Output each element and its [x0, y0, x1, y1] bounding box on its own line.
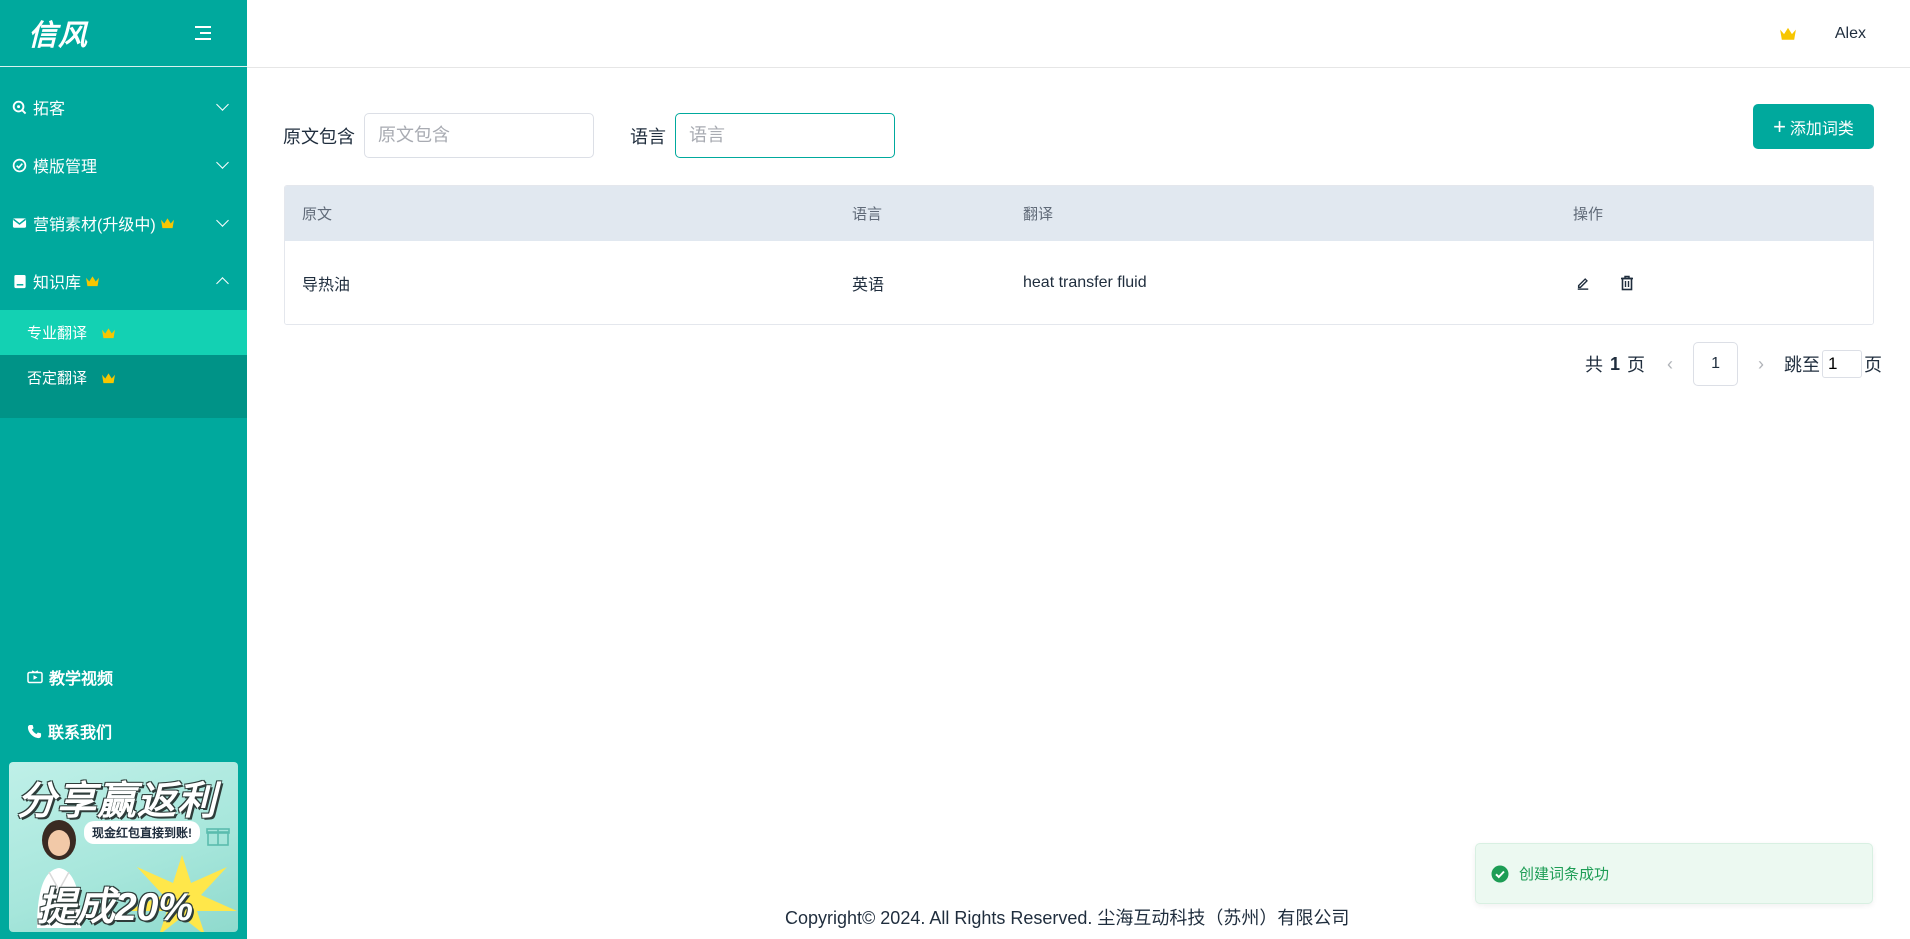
footer-copyright: Copyright© 2024. All Rights Reserved. 尘海…: [785, 908, 1350, 928]
mail-icon: [12, 216, 27, 231]
edit-icon[interactable]: [1573, 273, 1593, 293]
sidebar-item-prospecting[interactable]: 拓客: [0, 78, 247, 136]
sidebar-item-label: 知识库: [33, 275, 82, 292]
language-input[interactable]: [675, 113, 895, 158]
sidebar-menu: 拓客 模版管理 营销素材(升级中) 知识库 专业翻译 否定翻译: [0, 67, 247, 418]
cell-source: 导热油: [302, 276, 351, 294]
gift-icon: [206, 828, 230, 846]
crown-icon: [160, 218, 174, 229]
jump-page-input[interactable]: [1822, 350, 1863, 378]
crown-icon: [102, 372, 115, 383]
column-header-source: 原文: [302, 206, 333, 223]
pagination: 共 1 页 ‹ 1 › 跳至 页: [1585, 342, 1882, 386]
language-filter-label: 语言: [630, 126, 666, 147]
phone-icon: [27, 724, 42, 738]
promo-subtitle: 现金红包直接到账!: [84, 821, 200, 844]
video-icon: [27, 670, 43, 684]
total-pages-suffix: 页: [1627, 355, 1646, 375]
source-contains-input[interactable]: [364, 113, 594, 158]
add-term-button[interactable]: + 添加词类: [1753, 104, 1874, 149]
total-pages-count: 1: [1610, 353, 1621, 374]
chevron-down-icon: [216, 156, 229, 169]
crown-icon: [1780, 27, 1796, 40]
username[interactable]: Alex: [1835, 25, 1866, 43]
toast-message: 创建词条成功: [1519, 866, 1610, 883]
column-header-actions: 操作: [1573, 206, 1604, 223]
sidebar-item-label: 拓客: [33, 101, 66, 118]
chevron-up-icon: [216, 277, 229, 290]
chevron-down-icon: [216, 214, 229, 227]
delete-icon[interactable]: [1617, 273, 1637, 293]
crown-icon: [86, 276, 99, 287]
sidebar-item-knowledge-base[interactable]: 知识库: [0, 252, 247, 310]
prev-page-icon[interactable]: ‹: [1659, 353, 1681, 375]
plus-icon: +: [1773, 113, 1786, 139]
sidebar-item-marketing[interactable]: 营销素材(升级中): [0, 194, 247, 252]
sidebar-item-label: 否定翻译: [27, 370, 88, 387]
current-page-button[interactable]: 1: [1693, 342, 1739, 386]
cell-language: 英语: [852, 276, 885, 294]
crown-icon: [102, 327, 115, 338]
next-page-icon[interactable]: ›: [1750, 353, 1772, 375]
total-pages-prefix: 共: [1585, 355, 1603, 375]
chevron-down-icon: [216, 98, 229, 111]
column-header-language: 语言: [852, 206, 883, 223]
sidebar-item-negative-translation[interactable]: 否定翻译: [0, 355, 247, 400]
tutorial-video-link[interactable]: 教学视频: [27, 665, 113, 689]
sidebar-item-professional-translation[interactable]: 专业翻译: [0, 310, 247, 355]
contact-us-label: 联系我们: [48, 725, 113, 742]
success-check-icon: [1491, 865, 1509, 882]
promo-title: 分享赢返利: [17, 780, 218, 823]
search-icon: [12, 100, 27, 115]
top-header: Alex: [247, 0, 1910, 68]
tutorial-video-label: 教学视频: [49, 671, 114, 688]
column-header-translation: 翻译: [1023, 206, 1054, 223]
cell-translation: heat transfer fluid: [1023, 273, 1147, 291]
sidebar-item-label: 营销素材(升级中): [33, 217, 156, 234]
table-header: 原文 语言 翻译 操作: [285, 186, 1873, 241]
sidebar: 信风 拓客 模版管理 营销素材(升级中) 知识库 专业翻译 否定翻译 教学视频 …: [0, 0, 247, 939]
sidebar-item-label: 模版管理: [33, 159, 98, 176]
terms-table: 原文 语言 翻译 操作 导热油 英语 heat transfer fluid: [284, 185, 1874, 325]
knowledge-base-submenu: 专业翻译 否定翻译: [0, 310, 247, 418]
promo-rate: 提成20%: [37, 886, 194, 929]
check-circle-icon: [12, 158, 27, 173]
menu-fold-icon[interactable]: [195, 26, 211, 40]
referral-promo-banner[interactable]: 分享赢返利 现金红包直接到账! 提成20%: [9, 762, 238, 932]
contact-us-link[interactable]: 联系我们: [27, 719, 112, 743]
table-row: 导热油 英语 heat transfer fluid: [285, 241, 1873, 324]
cell-actions: [1556, 273, 1873, 293]
logo-row: 信风: [0, 0, 247, 67]
add-term-label: 添加词类: [1789, 120, 1854, 138]
jump-to-prefix: 跳至: [1784, 355, 1821, 375]
book-icon: [12, 274, 27, 289]
jump-to-suffix: 页: [1864, 355, 1883, 375]
filter-bar: 原文包含 语言: [283, 113, 895, 158]
sidebar-item-templates[interactable]: 模版管理: [0, 136, 247, 194]
sidebar-item-label: 专业翻译: [27, 325, 88, 342]
source-filter-label: 原文包含: [283, 126, 355, 147]
logo: 信风: [28, 18, 89, 52]
success-toast: 创建词条成功: [1475, 843, 1873, 904]
